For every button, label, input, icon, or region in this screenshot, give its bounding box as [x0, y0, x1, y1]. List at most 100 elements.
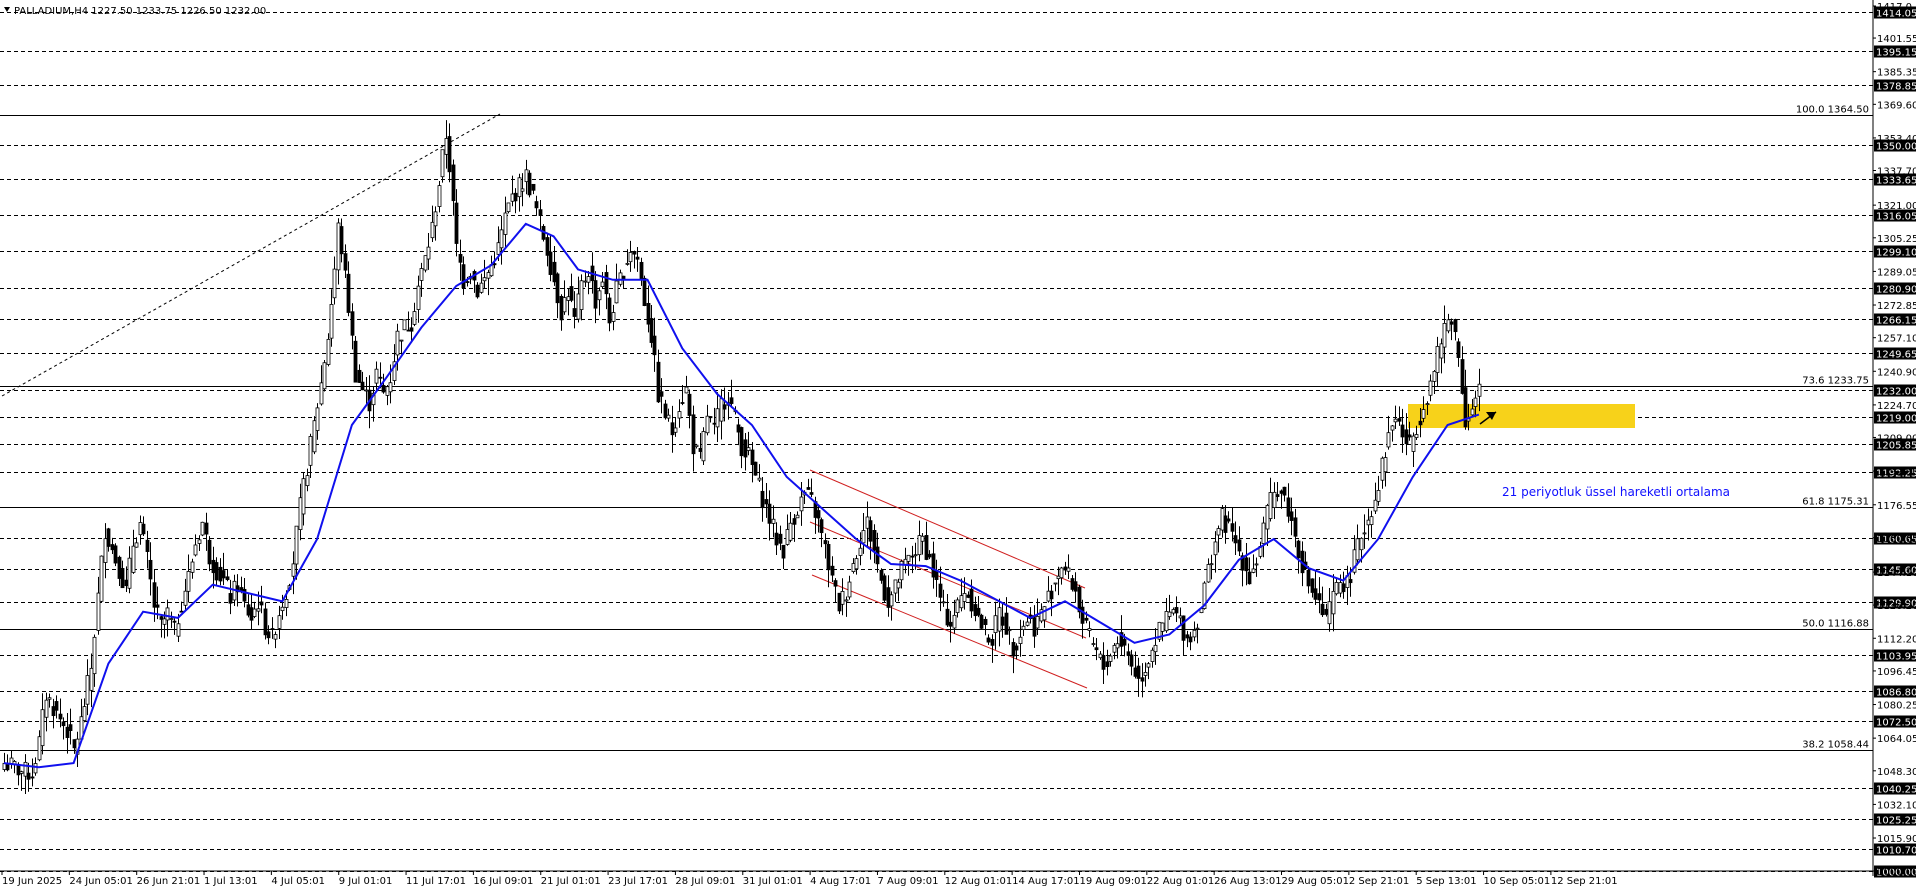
- candle-body: [277, 615, 282, 629]
- candle-body: [1101, 654, 1106, 670]
- price-tick-label: 1209.00: [1877, 433, 1916, 444]
- candle-body: [1362, 532, 1367, 535]
- price-level-label: 1072.50: [1876, 718, 1916, 729]
- candle-body: [701, 431, 706, 462]
- candle-body: [1226, 518, 1231, 522]
- candle-body: [715, 408, 720, 428]
- candle-body: [694, 444, 699, 448]
- candle-body: [1376, 490, 1381, 502]
- candle-body: [1341, 583, 1346, 593]
- candle-body: [54, 701, 59, 711]
- candle-body: [503, 212, 508, 235]
- price-tick-label: 1321.00: [1877, 201, 1916, 212]
- candle-body: [1265, 505, 1270, 530]
- candle-body: [882, 575, 887, 601]
- candle-body: [266, 631, 271, 639]
- candle-body: [1188, 636, 1193, 643]
- candle-body: [329, 304, 334, 339]
- candle-body: [416, 285, 421, 310]
- candle-body: [1025, 621, 1030, 626]
- candle-body: [955, 599, 960, 614]
- candle-body: [1223, 515, 1228, 533]
- candle-body: [402, 319, 407, 331]
- candle-body: [656, 361, 661, 403]
- candle-body: [757, 477, 762, 481]
- candle-body: [597, 290, 602, 301]
- candle-body: [625, 262, 630, 265]
- candle-body: [743, 439, 748, 458]
- time-tick-label: 10 Sep 05:01: [1484, 876, 1551, 887]
- time-tick-label: 7 Aug 09:01: [877, 876, 938, 887]
- candle-body: [263, 608, 268, 636]
- candle-body: [1230, 523, 1235, 532]
- candle-body: [319, 382, 324, 405]
- candle-body: [280, 606, 285, 612]
- candle-body: [9, 757, 14, 764]
- candle-body: [927, 553, 932, 558]
- candle-body: [259, 601, 264, 606]
- candle-body: [1446, 319, 1451, 332]
- candle-body: [16, 764, 21, 776]
- candle-body: [604, 272, 609, 295]
- candle-body: [339, 226, 344, 255]
- candle-body: [47, 697, 52, 700]
- candle-body: [799, 496, 804, 512]
- candle-body: [1320, 603, 1325, 616]
- candle-body: [458, 253, 463, 263]
- candle-body: [148, 559, 153, 580]
- candle-body: [1428, 380, 1433, 396]
- candle-body: [851, 563, 856, 573]
- candle-body: [1178, 615, 1183, 619]
- candle-body: [510, 193, 515, 202]
- candle-body: [896, 581, 901, 589]
- candle-body: [85, 675, 90, 705]
- candle-body: [1366, 519, 1371, 526]
- candle-body: [444, 138, 449, 155]
- candle-body: [1477, 383, 1482, 397]
- candle-body: [134, 542, 139, 548]
- candle-body: [945, 608, 950, 626]
- candle-body: [1018, 636, 1023, 644]
- candle-body: [666, 414, 671, 419]
- price-tick-label: 1337.70: [1877, 166, 1916, 177]
- candle-body: [680, 402, 685, 404]
- candle-body: [670, 422, 675, 436]
- candle-body: [218, 566, 223, 582]
- candle-body: [969, 588, 974, 612]
- candle-body: [572, 308, 577, 317]
- candle-body: [861, 530, 866, 544]
- price-tick-label: 1272.85: [1877, 301, 1916, 312]
- price-tick-label: 1289.05: [1877, 267, 1916, 278]
- support-zone-highlight: [1408, 404, 1635, 428]
- candle-body: [1373, 499, 1378, 512]
- candle-body: [771, 518, 776, 524]
- price-level-label: 1086.80: [1876, 688, 1916, 699]
- candle-body: [959, 595, 964, 609]
- price-level-label: 1010.70: [1876, 846, 1916, 857]
- candle-body: [479, 282, 484, 293]
- candle-body: [419, 268, 424, 281]
- candle-body: [1425, 403, 1430, 405]
- candle-body: [360, 381, 365, 391]
- time-tick-label: 19 Aug 09:01: [1079, 876, 1146, 887]
- candle-body: [1206, 564, 1211, 583]
- candle-body: [72, 739, 77, 749]
- candle-body: [847, 581, 852, 598]
- price-tick-label: 1353.40: [1877, 134, 1916, 145]
- candle-body: [1296, 540, 1301, 559]
- candle-body: [1112, 645, 1117, 653]
- candle-body: [1146, 663, 1151, 668]
- candle-body: [1059, 567, 1064, 579]
- candle-body: [1087, 628, 1092, 631]
- candle-body: [1070, 578, 1075, 590]
- candle-body: [350, 311, 355, 336]
- candle-body: [983, 618, 988, 625]
- candle-body: [1251, 568, 1256, 573]
- candle-body: [193, 544, 198, 556]
- candle-body: [691, 414, 696, 455]
- candle-body: [649, 318, 654, 343]
- candle-body: [1042, 606, 1047, 621]
- candle-body: [1453, 319, 1458, 333]
- candle-body: [385, 386, 390, 396]
- candle-body: [1442, 323, 1447, 348]
